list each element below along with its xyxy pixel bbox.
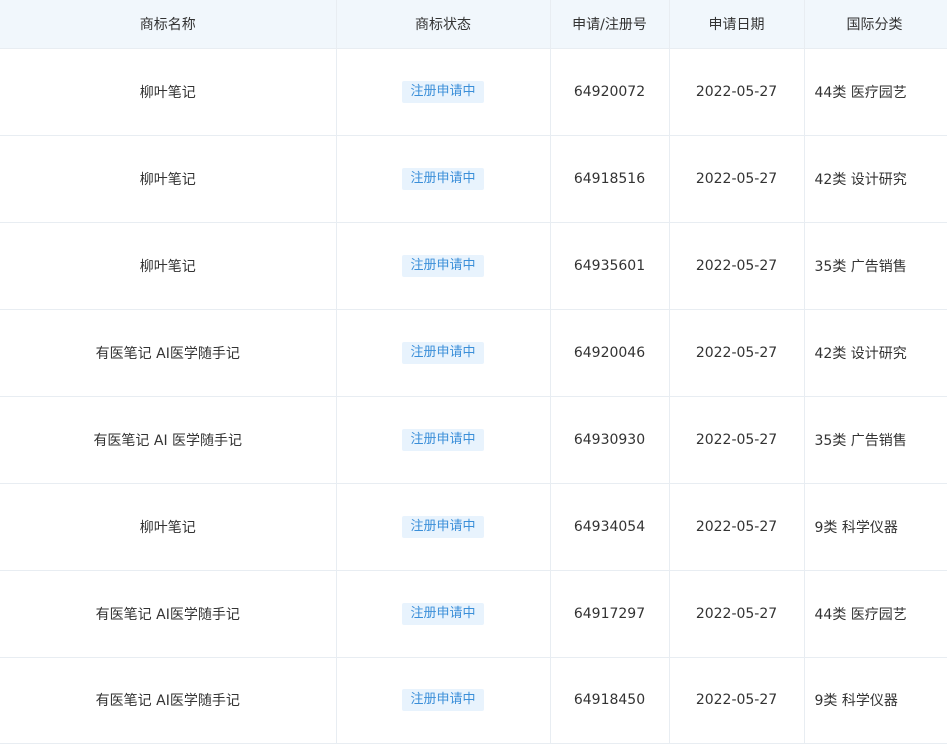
trademark-name-cell: 柳叶笔记 xyxy=(0,222,337,310)
intl-class-cell: 44类 医疗园艺 xyxy=(804,48,947,136)
intl-class-cell: 35类 广告销售 xyxy=(804,222,947,310)
registration-number-cell: 64935601 xyxy=(550,222,670,310)
intl-class-cell: 44类 医疗园艺 xyxy=(804,570,947,658)
status-cell: 注册申请中 xyxy=(336,309,551,397)
table-header-row: 商标名称 商标状态 申请/注册号 申请日期 国际分类 xyxy=(0,0,947,49)
registration-number-cell: 64920046 xyxy=(550,309,670,397)
intl-class-cell: 9类 科学仪器 xyxy=(804,483,947,571)
table-row[interactable]: 有医笔记 AI医学随手记 注册申请中 64920046 2022-05-27 4… xyxy=(0,309,947,397)
application-date-cell: 2022-05-27 xyxy=(669,483,805,571)
registration-number-cell: 64917297 xyxy=(550,570,670,658)
trademark-name-cell: 柳叶笔记 xyxy=(0,48,337,136)
intl-class-cell: 42类 设计研究 xyxy=(804,135,947,223)
status-cell: 注册申请中 xyxy=(336,135,551,223)
column-header-class[interactable]: 国际分类 xyxy=(804,0,947,49)
trademark-name-cell: 柳叶笔记 xyxy=(0,483,337,571)
application-date-cell: 2022-05-27 xyxy=(669,657,805,744)
status-badge: 注册申请中 xyxy=(402,515,484,538)
status-cell: 注册申请中 xyxy=(336,483,551,571)
intl-class-cell: 9类 科学仪器 xyxy=(804,657,947,744)
application-date-cell: 2022-05-27 xyxy=(669,48,805,136)
status-badge: 注册申请中 xyxy=(402,80,484,103)
intl-class-cell: 42类 设计研究 xyxy=(804,309,947,397)
column-header-status[interactable]: 商标状态 xyxy=(336,0,551,49)
status-cell: 注册申请中 xyxy=(336,657,551,744)
status-cell: 注册申请中 xyxy=(336,48,551,136)
registration-number-cell: 64918516 xyxy=(550,135,670,223)
registration-number-cell: 64920072 xyxy=(550,48,670,136)
trademark-name-cell: 有医笔记 AI医学随手记 xyxy=(0,309,337,397)
application-date-cell: 2022-05-27 xyxy=(669,135,805,223)
intl-class-cell: 35类 广告销售 xyxy=(804,396,947,484)
column-header-name[interactable]: 商标名称 xyxy=(0,0,337,49)
status-badge: 注册申请中 xyxy=(402,602,484,625)
trademark-name-cell: 有医笔记 AI 医学随手记 xyxy=(0,396,337,484)
table-row[interactable]: 柳叶笔记 注册申请中 64918516 2022-05-27 42类 设计研究 xyxy=(0,135,947,223)
table-row[interactable]: 有医笔记 AI医学随手记 注册申请中 64918450 2022-05-27 9… xyxy=(0,657,947,744)
column-header-number[interactable]: 申请/注册号 xyxy=(550,0,670,49)
application-date-cell: 2022-05-27 xyxy=(669,570,805,658)
table-row[interactable]: 有医笔记 AI 医学随手记 注册申请中 64930930 2022-05-27 … xyxy=(0,396,947,484)
registration-number-cell: 64918450 xyxy=(550,657,670,744)
status-badge: 注册申请中 xyxy=(402,167,484,190)
status-badge: 注册申请中 xyxy=(402,254,484,277)
application-date-cell: 2022-05-27 xyxy=(669,396,805,484)
trademark-table: 商标名称 商标状态 申请/注册号 申请日期 国际分类 柳叶笔记 注册申请中 64… xyxy=(0,0,947,744)
registration-number-cell: 64930930 xyxy=(550,396,670,484)
status-badge: 注册申请中 xyxy=(402,689,484,711)
status-badge: 注册申请中 xyxy=(402,428,484,451)
status-badge: 注册申请中 xyxy=(402,341,484,364)
table-row[interactable]: 柳叶笔记 注册申请中 64935601 2022-05-27 35类 广告销售 xyxy=(0,222,947,310)
registration-number-cell: 64934054 xyxy=(550,483,670,571)
trademark-name-cell: 柳叶笔记 xyxy=(0,135,337,223)
application-date-cell: 2022-05-27 xyxy=(669,309,805,397)
status-cell: 注册申请中 xyxy=(336,570,551,658)
trademark-name-cell: 有医笔记 AI医学随手记 xyxy=(0,570,337,658)
application-date-cell: 2022-05-27 xyxy=(669,222,805,310)
trademark-name-cell: 有医笔记 AI医学随手记 xyxy=(0,657,337,744)
table-row[interactable]: 有医笔记 AI医学随手记 注册申请中 64917297 2022-05-27 4… xyxy=(0,570,947,658)
column-header-date[interactable]: 申请日期 xyxy=(669,0,805,49)
status-cell: 注册申请中 xyxy=(336,396,551,484)
status-cell: 注册申请中 xyxy=(336,222,551,310)
table-row[interactable]: 柳叶笔记 注册申请中 64934054 2022-05-27 9类 科学仪器 xyxy=(0,483,947,571)
table-row[interactable]: 柳叶笔记 注册申请中 64920072 2022-05-27 44类 医疗园艺 xyxy=(0,48,947,136)
